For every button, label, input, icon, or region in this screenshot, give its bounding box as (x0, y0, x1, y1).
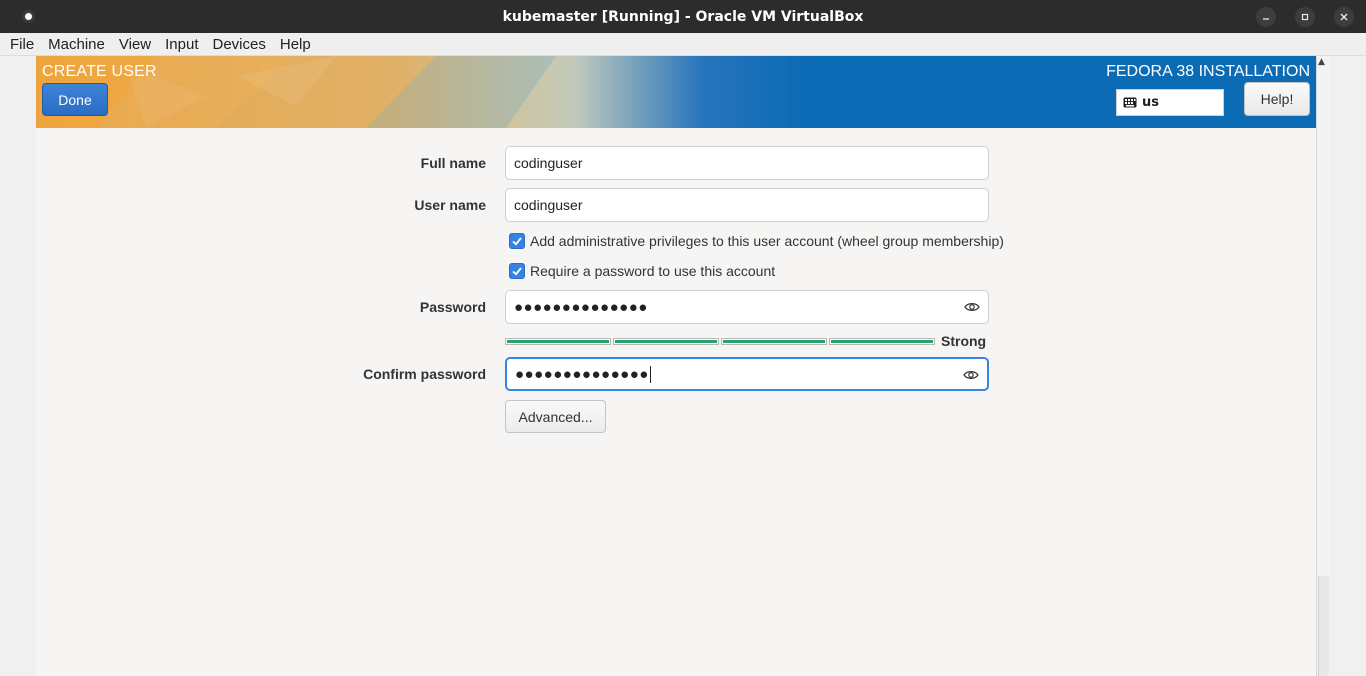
vm-display[interactable]: CREATE USER Done FEDORA 38 INSTALLATION … (0, 56, 1366, 676)
strength-segment (505, 338, 611, 345)
minimize-icon[interactable] (1256, 7, 1276, 27)
spoke-header: CREATE USER Done FEDORA 38 INSTALLATION … (36, 56, 1316, 128)
keyboard-layout-label: us (1142, 95, 1159, 110)
admin-privileges-checkbox[interactable] (509, 233, 525, 249)
window-titlebar: kubemaster [Running] - Oracle VM Virtual… (0, 0, 1366, 33)
scroll-up-icon[interactable]: ▲ (1318, 57, 1325, 67)
menu-file[interactable]: File (10, 36, 34, 53)
done-button[interactable]: Done (42, 83, 108, 116)
scrollbar-thumb[interactable] (1318, 576, 1329, 676)
require-password-option[interactable]: Require a password to use this account (509, 262, 775, 280)
password-strength-meter (505, 338, 935, 345)
keyboard-layout-indicator[interactable]: us (1116, 89, 1224, 116)
window-title: kubemaster [Running] - Oracle VM Virtual… (502, 8, 864, 25)
eye-icon[interactable] (963, 368, 979, 382)
strength-segment (613, 338, 719, 345)
user-name-field[interactable]: codinguser (505, 188, 989, 222)
checkmark-icon (512, 237, 522, 246)
menu-machine[interactable]: Machine (48, 36, 105, 53)
admin-privileges-label: Add administrative privileges to this us… (530, 233, 1004, 249)
password-label: Password (419, 299, 486, 315)
menu-devices[interactable]: Devices (213, 36, 266, 53)
maximize-icon[interactable] (1295, 7, 1315, 27)
page-title: CREATE USER (42, 63, 157, 80)
help-button[interactable]: Help! (1244, 82, 1310, 116)
text-cursor (649, 365, 651, 383)
menu-bar: File Machine View Input Devices Help (0, 33, 1366, 56)
strength-segment (829, 338, 935, 345)
confirm-password-label: Confirm password (363, 366, 486, 382)
keyboard-icon (1123, 97, 1137, 108)
require-password-checkbox[interactable] (509, 263, 525, 279)
password-strength-label: Strong (941, 333, 987, 349)
close-icon[interactable] (1334, 7, 1354, 27)
full-name-value: codinguser (514, 155, 583, 171)
user-name-label: User name (414, 197, 486, 213)
password-mask: ●●●●●●●●●●●●●● (514, 298, 648, 316)
confirm-password-mask: ●●●●●●●●●●●●●● (515, 365, 649, 383)
vm-left-margin (0, 56, 36, 676)
app-menu-icon[interactable] (22, 10, 35, 23)
user-name-value: codinguser (514, 197, 583, 213)
product-title: FEDORA 38 INSTALLATION (1106, 63, 1310, 80)
menu-view[interactable]: View (119, 36, 151, 53)
full-name-label: Full name (420, 155, 486, 171)
checkmark-icon (512, 267, 522, 276)
confirm-password-field[interactable]: ●●●●●●●●●●●●●● (505, 357, 989, 391)
menu-input[interactable]: Input (165, 36, 198, 53)
advanced-button[interactable]: Advanced... (505, 400, 606, 433)
require-password-label: Require a password to use this account (530, 263, 776, 279)
eye-icon[interactable] (964, 300, 980, 314)
menu-help[interactable]: Help (280, 36, 311, 53)
password-field[interactable]: ●●●●●●●●●●●●●● (505, 290, 989, 324)
full-name-field[interactable]: codinguser (505, 146, 989, 180)
strength-segment (721, 338, 827, 345)
admin-privileges-option[interactable]: Add administrative privileges to this us… (509, 232, 1004, 250)
